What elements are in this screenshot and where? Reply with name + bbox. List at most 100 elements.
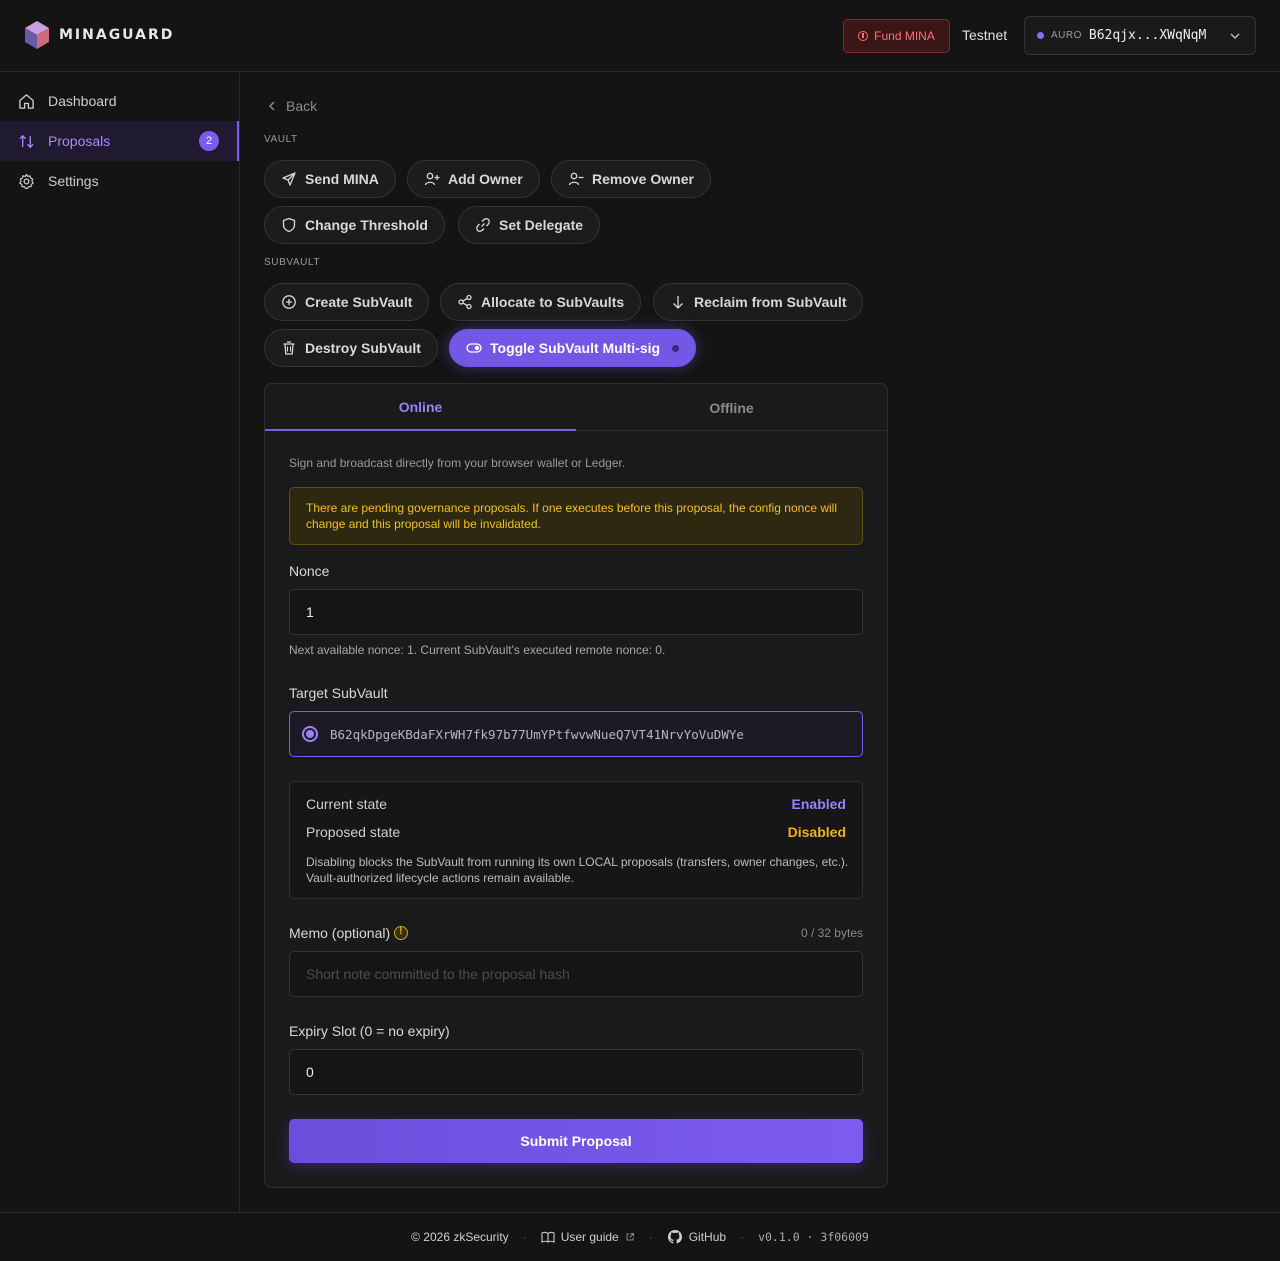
logo[interactable]: MINAGUARD [24,20,174,50]
memo-byte-count: 0 / 32 bytes [800,926,863,940]
state-summary: Current state Enabled Proposed state Dis… [289,781,863,899]
back-link[interactable]: Back [266,98,317,114]
allocate-subvaults-button[interactable]: Allocate to SubVaults [440,283,642,321]
tab-offline[interactable]: Offline [576,384,887,431]
copyright: © 2026 zkSecurity [411,1230,509,1244]
expiry-slot-input[interactable]: 0 [289,1049,863,1095]
sidebar-item-label: Proposals [48,133,111,149]
sidebar: Dashboard Proposals 2 Settings [0,73,240,1212]
footer-separator: · [522,1230,527,1244]
github-link[interactable]: GitHub [667,1229,726,1245]
fund-mina-label: Fund MINA [874,29,935,43]
user-minus-icon [568,172,584,186]
home-icon [19,93,34,109]
target-subvault-option[interactable]: B62qkDpgeKBdaFXrWH7fk97b77UmYPtfwvwNueQ7… [289,711,863,757]
github-label: GitHub [688,1230,727,1244]
footer-separator: · [648,1230,653,1244]
remove-owner-button[interactable]: Remove Owner [551,160,711,198]
toggle-subvault-multisig-label: Toggle SubVault Multi-sig [490,340,661,356]
sidebar-item-label: Settings [48,173,99,189]
footer-separator: · [740,1230,745,1244]
create-subvault-button[interactable]: Create SubVault [264,283,430,321]
plus-circle-icon [282,295,296,309]
proposed-state-label: Proposed state [306,824,401,840]
current-state-label: Current state [306,796,387,812]
current-state-row: Current state Enabled [306,796,846,812]
memo-label: Memo (optional) [289,925,391,941]
proposal-form-card: Online Offline Sign and broadcast direct… [264,383,888,1188]
cube-logo-icon [25,21,49,49]
target-subvault-label: Target SubVault [289,685,388,701]
active-indicator-dot [672,344,680,352]
proposals-count-badge: 2 [199,131,219,151]
shield-icon [282,217,296,233]
proposed-state-row: Proposed state Disabled [306,824,846,840]
github-icon [667,1230,682,1244]
nonce-hint: Next available nonce: 1. Current SubVaul… [289,643,666,657]
pending-proposals-warning: There are pending governance proposals. … [289,487,863,545]
reclaim-subvault-label: Reclaim from SubVault [694,294,847,310]
chevron-left-icon [268,101,275,111]
info-icon [858,31,869,41]
warning-icon[interactable] [394,926,409,940]
back-label: Back [286,98,318,114]
send-mina-button[interactable]: Send MINA [264,160,396,198]
sidebar-item-dashboard[interactable]: Dashboard [0,81,239,121]
sidebar-item-proposals[interactable]: Proposals 2 [0,121,239,161]
network-label[interactable]: Testnet [962,27,1007,43]
tab-bar: Online Offline [265,384,887,431]
footer: © 2026 zkSecurity · User guide · GitHub … [0,1212,1280,1261]
radio-selected-icon[interactable] [302,726,318,742]
create-subvault-label: Create SubVault [305,294,413,310]
share-icon [458,294,472,310]
memo-input[interactable]: Short note committed to the proposal has… [289,951,863,997]
expiry-slot-value: 0 [306,1064,314,1080]
wallet-selector[interactable]: AURO B62qjx...XWqNqM [1024,16,1256,55]
wallet-provider: AURO [1051,30,1082,41]
change-threshold-button[interactable]: Change Threshold [264,206,445,244]
submit-proposal-button[interactable]: Submit Proposal [289,1119,863,1163]
gear-icon [19,173,34,189]
set-delegate-button[interactable]: Set Delegate [458,206,601,244]
sidebar-item-settings[interactable]: Settings [0,161,239,201]
tab-online[interactable]: Online [265,384,576,431]
add-owner-button[interactable]: Add Owner [407,160,540,198]
brand-name: MINAGUARD [59,27,175,43]
destroy-subvault-button[interactable]: Destroy SubVault [264,329,438,367]
nonce-input[interactable]: 1 [289,589,863,635]
send-mina-label: Send MINA [305,171,379,187]
sidebar-item-label: Dashboard [48,93,117,109]
nonce-label: Nonce [289,563,330,579]
remove-owner-label: Remove Owner [592,171,694,187]
wallet-address: B62qjx...XWqNqM [1088,28,1207,43]
tab-description: Sign and broadcast directly from your br… [289,456,626,470]
current-state-value: Enabled [791,796,846,812]
proposed-state-value: Disabled [787,824,846,840]
reclaim-subvault-button[interactable]: Reclaim from SubVault [653,283,864,321]
link-icon [476,218,490,232]
chevron-down-icon [1230,33,1240,40]
state-note: Disabling blocks the SubVault from runni… [306,855,849,885]
trash-icon [283,341,295,355]
target-subvault-address: B62qkDpgeKBdaFXrWH7fk97b77UmYPtfwvwNueQ7… [330,726,744,742]
wallet-status-dot [1037,32,1044,39]
change-threshold-label: Change Threshold [305,217,428,233]
toggle-subvault-multisig-button[interactable]: Toggle SubVault Multi-sig [449,329,697,367]
add-owner-label: Add Owner [448,171,523,187]
send-icon [282,172,296,186]
arrows-up-down-icon [19,134,34,148]
memo-label-row: Memo (optional) [289,925,409,941]
allocate-subvaults-label: Allocate to SubVaults [481,294,625,310]
user-guide-label: User guide [560,1230,619,1244]
nonce-value: 1 [306,604,314,620]
external-link-icon [626,1233,634,1241]
toggle-icon [466,343,482,353]
destroy-subvault-label: Destroy SubVault [305,340,421,356]
book-icon [541,1231,555,1243]
expiry-slot-label: Expiry Slot (0 = no expiry) [289,1023,450,1039]
user-guide-link[interactable]: User guide [541,1230,635,1244]
vault-section-label: VAULT [264,134,298,145]
memo-placeholder: Short note committed to the proposal has… [306,966,570,982]
fund-mina-button[interactable]: Fund MINA [843,19,950,53]
top-header: MINAGUARD Fund MINA Testnet AURO B62qjx.… [0,0,1280,72]
